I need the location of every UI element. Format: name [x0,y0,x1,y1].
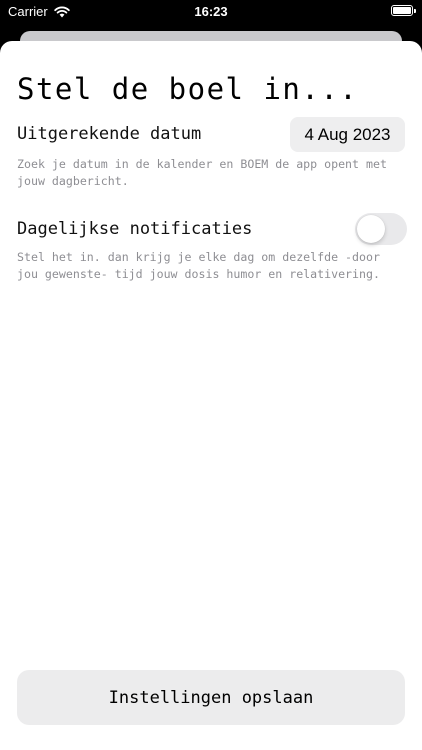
save-settings-button[interactable]: Instellingen opslaan [17,670,405,725]
toggle-knob [357,215,385,243]
page-title: Stel de boel in... [17,72,359,106]
notifications-help: Stel het in. dan krijg je elke dag om de… [17,250,380,281]
battery-icon [391,5,416,16]
notifications-label: Dagelijkse notificaties [17,219,253,239]
due-date-picker[interactable]: 4 Aug 2023 [290,117,405,152]
due-date-label: Uitgerekende datum [17,124,202,144]
due-date-help: Zoek je datum in de kalender en BOEM de … [17,157,387,188]
status-bar: Carrier 16:23 [0,0,422,24]
notifications-toggle[interactable] [355,213,407,245]
status-time: 16:23 [194,4,228,19]
